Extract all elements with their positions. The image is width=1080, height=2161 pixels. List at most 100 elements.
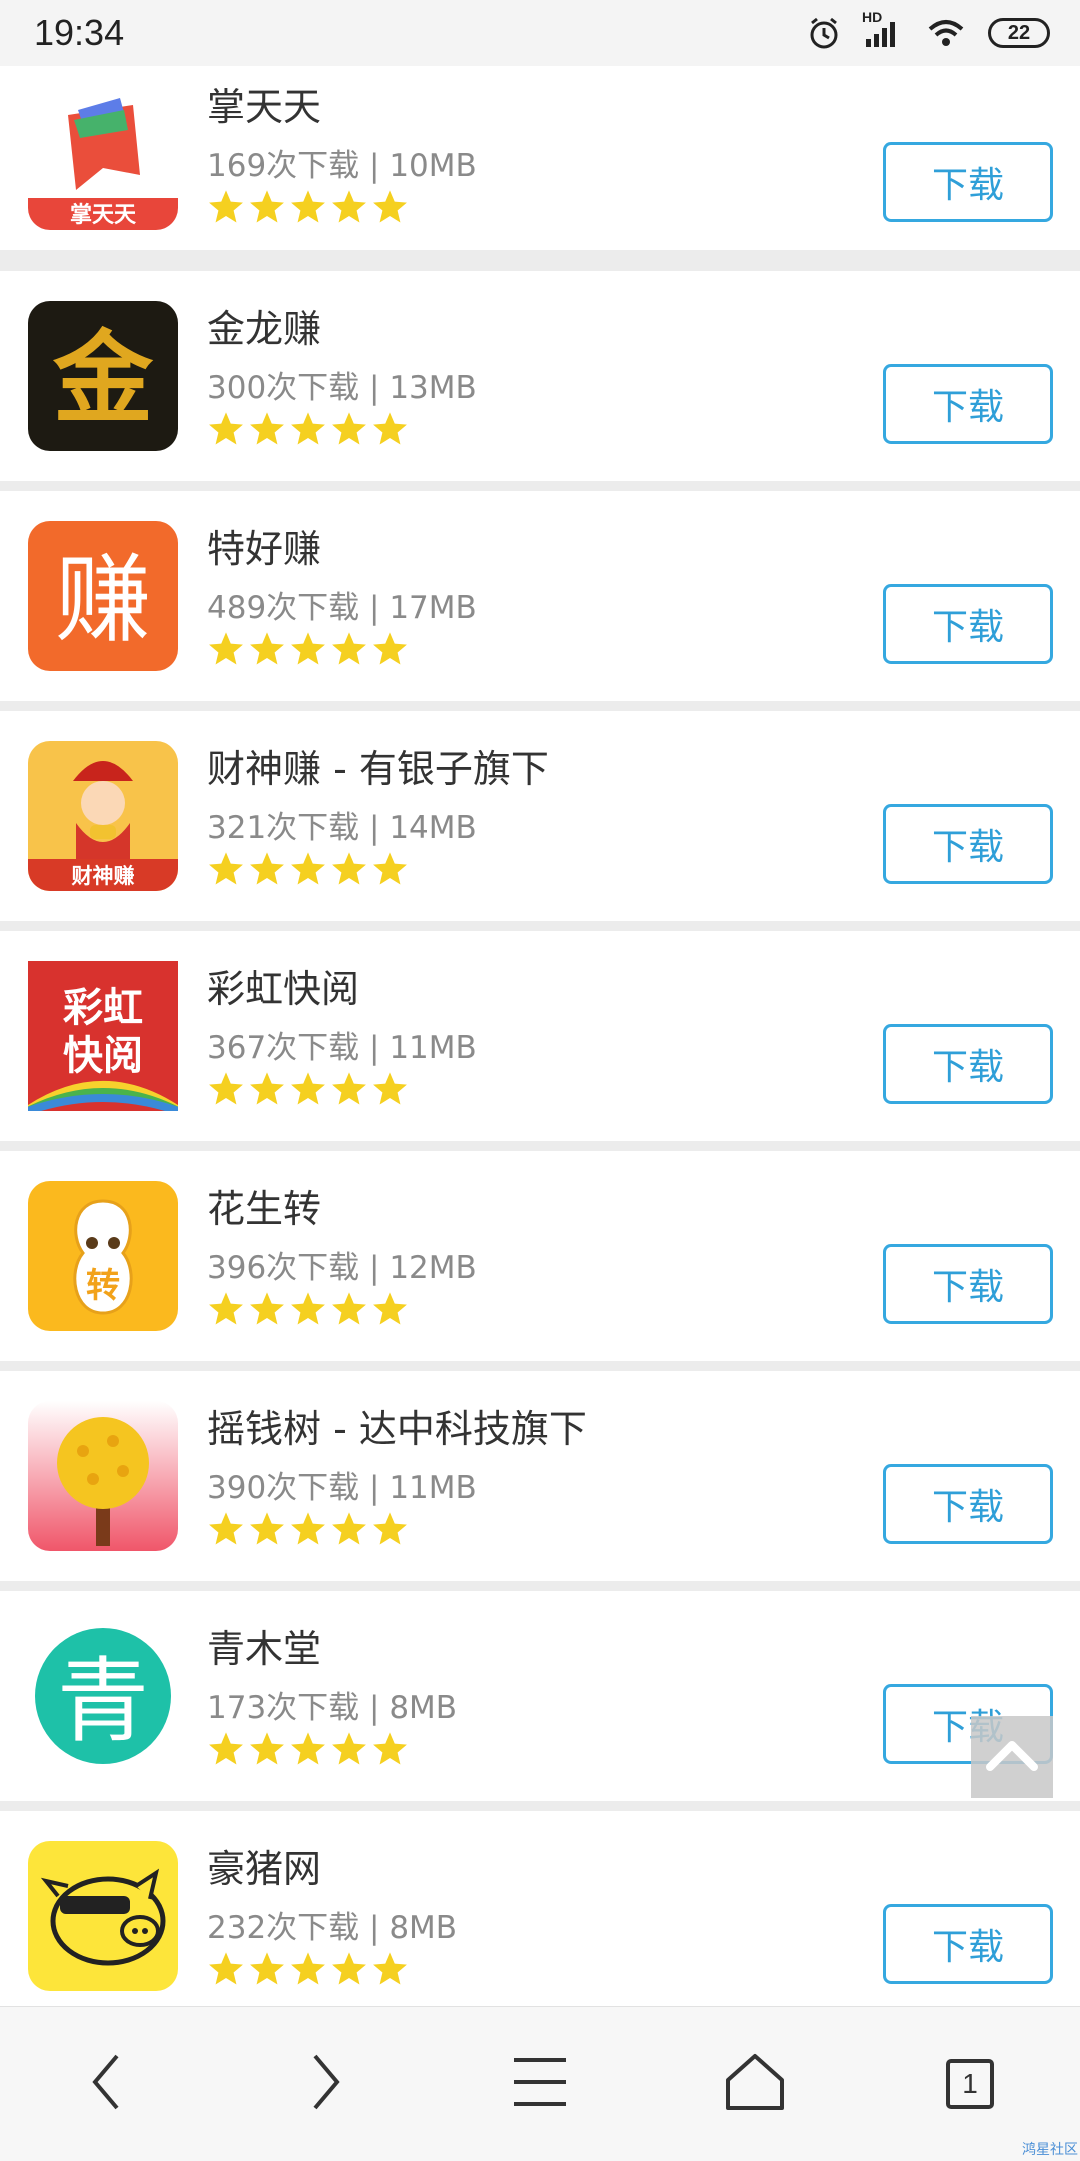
haozhuwang-app-icon[interactable] xyxy=(28,1841,178,1991)
status-icons: HD 22 xyxy=(806,9,1050,51)
star-rating xyxy=(207,1290,409,1330)
star-icon xyxy=(291,1732,325,1765)
star-icon xyxy=(373,412,407,445)
app-name[interactable]: 金龙赚 xyxy=(207,298,321,353)
download-button[interactable]: 下载 xyxy=(883,1244,1053,1324)
yaoqianshu-app-icon[interactable] xyxy=(28,1401,178,1551)
app-icon-text: 掌天天 xyxy=(70,203,137,228)
star-icon xyxy=(291,1292,325,1325)
star-icon xyxy=(373,852,407,885)
app-name[interactable]: 青木堂 xyxy=(207,1618,321,1673)
app-name[interactable]: 特好赚 xyxy=(207,518,321,573)
app-list-item[interactable]: 金 金龙赚 300次下载 | 13MB 下载 xyxy=(0,271,1080,481)
tabs-button[interactable]: 1 xyxy=(935,2049,1005,2119)
star-icon xyxy=(332,190,366,223)
star-icon xyxy=(250,632,284,665)
app-name[interactable]: 掌天天 xyxy=(207,76,321,131)
huashengzhuan-app-icon[interactable]: 转 xyxy=(28,1181,178,1331)
star-icon xyxy=(250,1292,284,1325)
star-icon xyxy=(209,1732,243,1765)
app-name[interactable]: 彩虹快阅 xyxy=(207,958,359,1013)
tehaozhuan-app-icon[interactable]: 赚 xyxy=(28,521,178,671)
status-time: 19:34 xyxy=(34,12,125,53)
caishenzhuan-app-icon[interactable]: 财神赚 xyxy=(28,741,178,891)
menu-icon xyxy=(512,2052,568,2116)
forward-button[interactable] xyxy=(290,2049,360,2119)
star-icon xyxy=(209,1072,243,1105)
star-rating xyxy=(207,1070,409,1110)
app-list-item[interactable]: 豪猪网 232次下载 | 8MB 下载 xyxy=(0,1811,1080,2021)
chevron-up-icon xyxy=(984,1735,1040,1779)
home-icon xyxy=(724,2052,786,2116)
app-name[interactable]: 花生转 xyxy=(207,1178,321,1233)
star-icon xyxy=(250,1732,284,1765)
star-rating xyxy=(207,630,409,670)
app-list-item[interactable]: 赚 特好赚 489次下载 | 17MB 下载 xyxy=(0,491,1080,701)
browser-bottom-nav: 1 鸿星社区 xyxy=(0,2006,1080,2161)
download-button[interactable]: 下载 xyxy=(883,1464,1053,1544)
star-icon xyxy=(250,1072,284,1105)
star-icon xyxy=(373,1292,407,1325)
chevron-right-icon xyxy=(305,2052,345,2116)
app-list-item[interactable]: 彩虹 快阅 彩虹快阅 367次下载 | 11MB 下载 xyxy=(0,931,1080,1141)
star-icon xyxy=(250,190,284,223)
star-icon xyxy=(291,412,325,445)
app-list-item[interactable]: 转 花生转 396次下载 | 12MB 下载 xyxy=(0,1151,1080,1361)
download-button[interactable]: 下载 xyxy=(883,584,1053,664)
star-icon xyxy=(209,852,243,885)
app-meta: 300次下载 | 13MB xyxy=(207,370,477,406)
app-icon-text: 金 xyxy=(52,319,154,437)
jinlongzhuan-app-icon[interactable]: 金 xyxy=(28,301,178,451)
star-icon xyxy=(332,1952,366,1985)
app-name[interactable]: 豪猪网 xyxy=(207,1838,321,1893)
star-rating xyxy=(207,410,409,450)
app-icon-text: 赚 xyxy=(55,544,151,656)
star-icon xyxy=(291,1072,325,1105)
star-icon xyxy=(332,1732,366,1765)
wifi-icon xyxy=(926,17,966,49)
star-icon xyxy=(332,632,366,665)
star-icon xyxy=(332,852,366,885)
app-list-item[interactable]: 财神赚 财神赚 - 有银子旗下 321次下载 | 14MB 下载 xyxy=(0,711,1080,921)
star-icon xyxy=(291,1952,325,1985)
home-button[interactable] xyxy=(720,2049,790,2119)
qingmutang-app-icon[interactable]: 青 xyxy=(28,1621,178,1771)
download-button[interactable]: 下载 xyxy=(883,1024,1053,1104)
download-button[interactable]: 下载 xyxy=(883,142,1053,222)
star-icon xyxy=(209,1512,243,1545)
app-list-item[interactable]: 摇钱树 - 达中科技旗下 390次下载 | 11MB 下载 xyxy=(0,1371,1080,1581)
battery-indicator: 22 xyxy=(988,18,1050,48)
star-icon xyxy=(250,852,284,885)
star-icon xyxy=(291,1512,325,1545)
star-rating xyxy=(207,188,409,228)
app-name[interactable]: 摇钱树 - 达中科技旗下 xyxy=(207,1398,587,1453)
star-icon xyxy=(373,1952,407,1985)
tab-count: 1 xyxy=(946,2059,994,2109)
star-icon xyxy=(250,1512,284,1545)
star-rating xyxy=(207,1730,409,1770)
zhangtiantian-app-icon[interactable]: 掌天天 xyxy=(28,80,178,230)
chevron-left-icon xyxy=(87,2052,127,2116)
star-rating xyxy=(207,850,409,890)
menu-button[interactable] xyxy=(505,2049,575,2119)
download-button[interactable]: 下载 xyxy=(883,804,1053,884)
download-button[interactable]: 下载 xyxy=(883,1904,1053,1984)
star-icon xyxy=(332,1072,366,1105)
status-bar: 19:34 HD 22 xyxy=(0,0,1080,66)
caihongkuaiyue-app-icon[interactable]: 彩虹 快阅 xyxy=(28,961,178,1111)
watermark: 鸿星社区 xyxy=(1022,2142,1078,2158)
app-meta: 489次下载 | 17MB xyxy=(207,590,477,626)
download-button[interactable]: 下载 xyxy=(883,364,1053,444)
signal-icon: HD xyxy=(862,9,904,49)
app-name[interactable]: 财神赚 - 有银子旗下 xyxy=(207,738,549,793)
star-icon xyxy=(373,632,407,665)
alarm-icon xyxy=(806,15,842,51)
app-meta: 390次下载 | 11MB xyxy=(207,1470,477,1506)
star-icon xyxy=(373,1732,407,1765)
star-icon xyxy=(291,852,325,885)
network-type-label: HD xyxy=(862,9,883,25)
app-list-item[interactable]: 青 青木堂 173次下载 | 8MB 下载 xyxy=(0,1591,1080,1801)
app-meta: 232次下载 | 8MB xyxy=(207,1910,458,1946)
back-to-top-button[interactable] xyxy=(971,1716,1053,1798)
back-button[interactable] xyxy=(72,2049,142,2119)
